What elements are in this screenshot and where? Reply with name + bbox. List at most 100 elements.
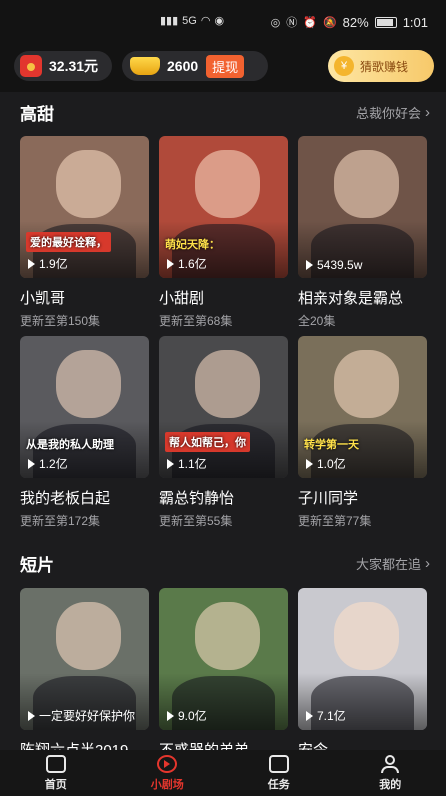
view-count-value: 7.1亿 — [317, 709, 346, 723]
drama-card[interactable]: 帮人如帮己，你 1.1亿 霸总钓静怡 更新至第55集 — [159, 336, 288, 529]
gold-amount: 2600 — [167, 58, 199, 74]
thumbnail-figure — [56, 150, 121, 219]
drama-card[interactable]: 萌妃天降： 1.6亿 小甜剧 更新至第68集 — [159, 136, 288, 329]
view-count: 1.1亿 — [167, 455, 207, 472]
drama-episode-info: 全20集 — [298, 314, 336, 328]
eye-comfort-icon: ◎ — [270, 16, 281, 29]
silent-icon: 🔕 — [322, 16, 337, 29]
view-count-value: 1.1亿 — [178, 457, 207, 471]
withdraw-button[interactable]: 提现 — [206, 54, 245, 78]
tab-me[interactable]: 我的 — [335, 750, 446, 796]
section-title: 高甜 — [20, 104, 54, 124]
alarm-icon: ⏰ — [303, 16, 317, 29]
drama-title: 小凯哥 — [20, 290, 66, 307]
view-count: 9.0亿 — [167, 707, 207, 724]
thumbnail-caption: 从是我的私人助理 — [26, 439, 114, 451]
drama-episode-info: 更新至第150集 — [20, 314, 101, 328]
thumbnail-caption: 萌妃天降： — [165, 239, 220, 251]
section-more-link[interactable]: 大家都在追 › — [356, 554, 430, 573]
tab-label: 任务 — [267, 778, 290, 791]
drama-thumbnail[interactable]: 5439.5w — [298, 136, 427, 278]
play-icon — [167, 710, 174, 721]
drama-thumbnail[interactable]: 转学第一天 1.0亿 — [298, 336, 427, 478]
drama-title: 我的老板白起 — [20, 490, 111, 507]
home-icon — [45, 754, 66, 773]
battery-percent: 82% — [342, 14, 369, 30]
drama-episode-info: 更新至第172集 — [20, 514, 101, 528]
tab-home[interactable]: 首页 — [0, 750, 112, 796]
drama-thumbnail[interactable]: 帮人如帮己，你 1.1亿 — [159, 336, 288, 478]
play-icon — [306, 260, 313, 270]
drama-thumbnail[interactable]: 爱的最好诠释， 1.9亿 — [20, 136, 149, 278]
drama-card[interactable]: 9.0亿 不惑器的弟弟 — [159, 588, 288, 760]
drama-thumbnail[interactable]: 7.1亿 — [298, 588, 427, 730]
thumbnail-figure — [195, 150, 260, 219]
drama-thumbnail[interactable]: 一定要好好保护你 — [20, 588, 149, 730]
gold-ingot-icon — [130, 57, 160, 75]
view-count: 1.6亿 — [167, 255, 207, 272]
view-count: 1.0亿 — [306, 455, 346, 472]
drama-card[interactable]: 爱的最好诠释， 1.9亿 小凯哥 更新至第150集 — [20, 136, 149, 329]
drama-episode-info: 更新至第68集 — [159, 314, 233, 328]
drama-title: 小甜剧 — [159, 290, 205, 307]
drama-card[interactable]: 5439.5w 相亲对象是霸总 全20集 — [298, 136, 427, 329]
app-notification-icon: ◉ — [214, 15, 225, 27]
thumbnail-figure — [56, 350, 121, 419]
section-title: 短片 — [20, 555, 54, 575]
gold-balance-pill[interactable]: 2600 提现 — [122, 51, 268, 81]
drama-thumbnail[interactable]: 从是我的私人助理 1.2亿 — [20, 336, 149, 478]
status-bar: ▮▮▮ 5G ◠ ◉ ◎ Ⓝ ⏰ 🔕 82% 1:01 — [0, 0, 446, 40]
thumbnail-figure — [56, 602, 121, 671]
tab-label: 首页 — [44, 778, 67, 791]
view-count-value: 5439.5w — [317, 258, 363, 272]
view-count: 1.2亿 — [28, 455, 68, 472]
thumbnail-caption: 帮人如帮己，你 — [165, 432, 250, 452]
drama-title: 霸总钓静怡 — [159, 490, 235, 507]
theater-play-icon — [157, 754, 178, 773]
drama-thumbnail[interactable]: 9.0亿 — [159, 588, 288, 730]
drama-title: 子川同学 — [298, 490, 359, 507]
view-count-value: 1.9亿 — [39, 257, 68, 271]
nfc-icon: Ⓝ — [286, 17, 298, 29]
user-icon — [381, 754, 400, 773]
play-icon — [167, 458, 174, 469]
drama-card[interactable]: 一定要好好保护你 陈翔六点半2019 — [20, 588, 149, 760]
cash-amount: 32.31元 — [49, 58, 99, 74]
clock: 1:01 — [402, 14, 428, 30]
thumbnail-figure — [334, 150, 399, 219]
status-right: ◎ Ⓝ ⏰ 🔕 82% 1:01 — [271, 14, 428, 30]
thumbnail-caption: 爱的最好诠释， — [26, 232, 111, 252]
play-icon — [306, 710, 313, 721]
tab-label: 小剧场 — [150, 778, 184, 791]
section-more-label: 大家都在追 — [355, 556, 421, 572]
view-count-value: 1.0亿 — [317, 457, 346, 471]
section-header-sweet: 高甜 总裁你好会 › — [20, 99, 430, 125]
task-icon — [268, 754, 289, 773]
view-count-value: 1.6亿 — [178, 257, 207, 271]
guess-song-earn-button[interactable]: ¥ 猜歌赚钱 — [328, 50, 434, 82]
status-left-icons: ▮▮▮ 5G ◠ ◉ — [160, 14, 225, 28]
wifi-icon: ◠ — [200, 15, 211, 27]
tab-theater[interactable]: 小剧场 — [112, 750, 224, 796]
drama-title: 相亲对象是霸总 — [298, 290, 404, 307]
thumbnail-figure — [195, 350, 260, 419]
view-count: 5439.5w — [306, 258, 362, 272]
thumbnail-figure — [334, 602, 399, 671]
play-icon — [306, 458, 313, 469]
drama-card[interactable]: 从是我的私人助理 1.2亿 我的老板白起 更新至第172集 — [20, 336, 149, 529]
view-count-value: 1.2亿 — [39, 457, 68, 471]
battery-icon — [374, 16, 397, 28]
red-packet-icon — [20, 55, 42, 77]
thumbnail-caption: 转学第一天 — [304, 439, 359, 451]
view-count: 1.9亿 — [28, 255, 68, 272]
cash-balance-pill[interactable]: 32.31元 — [14, 51, 112, 81]
drama-card[interactable]: 7.1亿 安令 — [298, 588, 427, 760]
drama-thumbnail[interactable]: 萌妃天降： 1.6亿 — [159, 136, 288, 278]
chevron-right-icon: › — [425, 103, 430, 121]
view-count: 一定要好好保护你 — [28, 707, 135, 724]
section-more-link[interactable]: 总裁你好会 › — [356, 103, 430, 122]
tab-tasks[interactable]: 任务 — [223, 750, 335, 796]
drama-card[interactable]: 转学第一天 1.0亿 子川同学 更新至第77集 — [298, 336, 427, 529]
section-more-label: 总裁你好会 — [355, 105, 421, 121]
thumbnail-figure — [334, 350, 399, 419]
